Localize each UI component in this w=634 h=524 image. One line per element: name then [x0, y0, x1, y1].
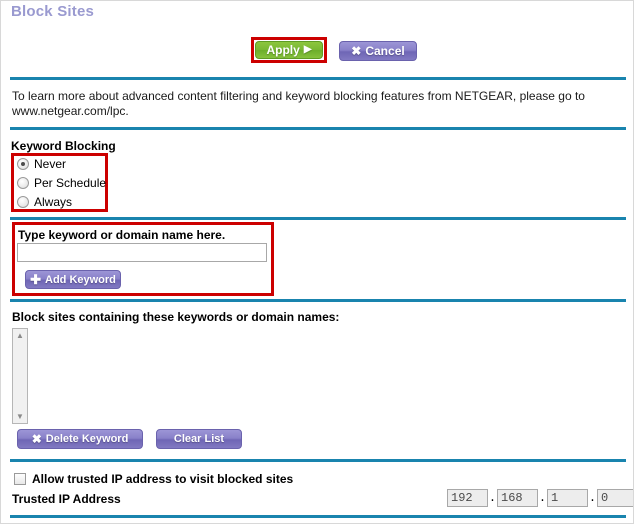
radio-icon-per-schedule[interactable]: [17, 177, 29, 189]
keyword-input[interactable]: [17, 243, 267, 262]
plus-icon: ✚: [30, 272, 41, 287]
allow-trusted-ip-checkbox-row[interactable]: Allow trusted IP address to visit blocke…: [14, 472, 293, 486]
ip-octet-4[interactable]: [597, 489, 633, 507]
delete-keyword-button-label: Delete Keyword: [45, 433, 129, 445]
scroll-up-icon[interactable]: ▲: [13, 329, 27, 342]
ip-separator-1: .: [488, 491, 497, 505]
trusted-ip-address-label: Trusted IP Address: [12, 492, 121, 506]
divider-top: [10, 77, 626, 80]
apply-button-highlight: Apply ▶: [251, 37, 327, 63]
add-keyword-label: Type keyword or domain name here.: [18, 228, 226, 242]
radio-option-per-schedule[interactable]: Per Schedule: [17, 176, 106, 190]
page-title: Block Sites: [11, 3, 95, 20]
add-keyword-button[interactable]: ✚ Add Keyword: [25, 270, 121, 289]
block-list-box[interactable]: ▲ ▼: [12, 328, 620, 424]
radio-option-always[interactable]: Always: [17, 195, 72, 209]
apply-button-label: Apply: [266, 43, 300, 57]
ip-octet-2[interactable]: [497, 489, 538, 507]
close-icon: ✖: [351, 44, 362, 58]
divider-block-list: [10, 459, 626, 462]
play-triangle-icon: ▶: [303, 44, 312, 55]
checkbox-icon-allow-trusted-ip[interactable]: [14, 473, 26, 485]
divider-info: [10, 127, 626, 130]
divider-add-keyword: [10, 299, 626, 302]
allow-trusted-ip-label: Allow trusted IP address to visit blocke…: [32, 472, 294, 486]
radio-label-per-schedule: Per Schedule: [34, 176, 107, 190]
block-list-label: Block sites containing these keywords or…: [12, 310, 340, 324]
radio-icon-always[interactable]: [17, 196, 29, 208]
scroll-down-icon[interactable]: ▼: [13, 410, 27, 423]
radio-label-never: Never: [34, 157, 67, 171]
block-list-scrollbar[interactable]: ▲ ▼: [12, 328, 28, 424]
info-text: To learn more about advanced content fil…: [12, 89, 585, 118]
ip-octet-1[interactable]: [447, 489, 488, 507]
ip-separator-2: .: [538, 491, 547, 505]
block-list-items[interactable]: [28, 328, 620, 424]
divider-bottom: [10, 515, 626, 518]
delete-keyword-button[interactable]: ✖ Delete Keyword: [17, 429, 143, 449]
radio-label-always: Always: [34, 195, 73, 209]
divider-keyword-blocking: [10, 217, 626, 220]
ip-separator-3: .: [588, 491, 597, 505]
clear-list-button-label: Clear List: [173, 433, 225, 445]
trusted-ip-address-fields: . . .: [447, 489, 633, 507]
ip-octet-3[interactable]: [547, 489, 588, 507]
radio-icon-never[interactable]: [17, 158, 29, 170]
keyword-blocking-label: Keyword Blocking: [11, 139, 116, 153]
cancel-button-label: Cancel: [365, 44, 405, 58]
apply-button[interactable]: Apply ▶: [255, 41, 323, 59]
clear-list-button[interactable]: Clear List: [156, 429, 242, 449]
add-keyword-button-label: Add Keyword: [45, 273, 116, 286]
block-sites-page: Block Sites Apply ▶ ✖ Cancel To learn mo…: [0, 0, 634, 524]
cancel-button[interactable]: ✖ Cancel: [339, 41, 417, 61]
radio-option-never[interactable]: Never: [17, 157, 66, 171]
delete-x-icon: ✖: [31, 432, 42, 446]
